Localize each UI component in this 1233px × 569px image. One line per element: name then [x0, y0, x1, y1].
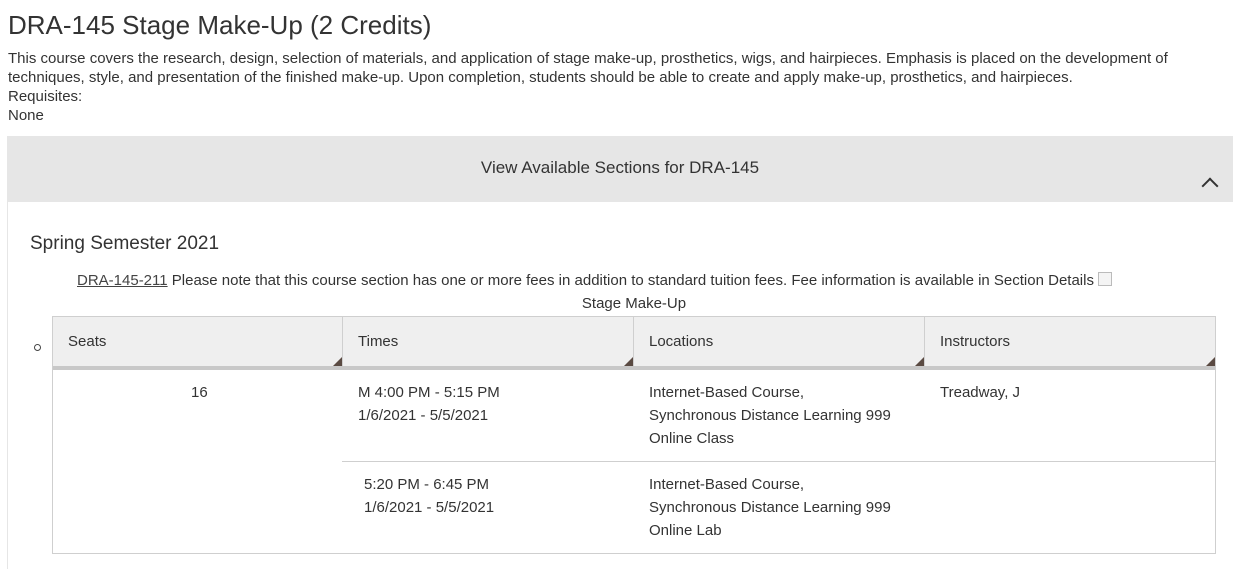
- meeting-dates: 1/6/2021 - 5/5/2021: [364, 499, 495, 516]
- column-header-times[interactable]: Times: [343, 317, 634, 366]
- meeting-divider: [342, 461, 1215, 462]
- column-header-label: Locations: [649, 333, 714, 350]
- sort-indicator-icon: [624, 357, 633, 366]
- location-line: Online Class: [649, 430, 735, 447]
- sort-indicator-icon: [915, 357, 924, 366]
- term-heading: Spring Semester 2021: [30, 233, 220, 254]
- meeting-2-times: 5:20 PM - 6:45 PM 1/6/2021 - 5/5/2021: [364, 473, 494, 519]
- course-description: This course covers the research, design,…: [8, 50, 1168, 86]
- chevron-up-icon[interactable]: [1201, 177, 1219, 195]
- view-sections-toggle[interactable]: View Available Sections for DRA-145: [7, 136, 1233, 202]
- course-description-block: This course covers the research, design,…: [8, 49, 1232, 125]
- meeting-2-location: Internet-Based Course, Synchronous Dista…: [649, 473, 891, 542]
- broken-image-icon: [1097, 272, 1112, 286]
- column-header-seats[interactable]: Seats: [53, 317, 343, 366]
- section-fee-note: DRA-145-211 Please note that this course…: [77, 272, 1112, 289]
- fee-note-text: Please note that this course section has…: [167, 272, 1094, 289]
- instructor-value: Treadway, J: [940, 384, 1021, 401]
- sort-indicator-icon: [1206, 357, 1215, 366]
- list-bullet-icon: [34, 344, 41, 351]
- meeting-1-times: M 4:00 PM - 5:15 PM 1/6/2021 - 5/5/2021: [358, 381, 500, 427]
- section-meetings-table: Seats Times Locations Instructors 16 M 4…: [52, 316, 1216, 554]
- meeting-time: M 4:00 PM - 5:15 PM: [358, 384, 500, 401]
- location-line: Synchronous Distance Learning 999: [649, 499, 891, 516]
- section-link[interactable]: DRA-145-211: [77, 272, 168, 289]
- column-header-locations[interactable]: Locations: [634, 317, 925, 366]
- meeting-1-location: Internet-Based Course, Synchronous Dista…: [649, 381, 891, 450]
- view-sections-label: View Available Sections for DRA-145: [480, 158, 760, 177]
- sort-indicator-icon: [333, 357, 342, 366]
- meeting-dates: 1/6/2021 - 5/5/2021: [358, 407, 489, 424]
- location-line: Online Lab: [649, 522, 722, 539]
- header-rule: [53, 366, 1215, 370]
- location-line: Internet-Based Course,: [649, 476, 805, 493]
- requisites-label: Requisites:: [8, 88, 83, 105]
- seats-value: 16: [191, 384, 208, 401]
- section-title: Stage Make-Up: [581, 295, 687, 312]
- course-title: DRA-145 Stage Make-Up (2 Credits): [8, 10, 432, 40]
- meeting-time: 5:20 PM - 6:45 PM: [364, 476, 490, 493]
- column-header-instructors[interactable]: Instructors: [925, 317, 1215, 366]
- column-header-label: Instructors: [940, 333, 1011, 350]
- column-header-label: Times: [358, 333, 399, 350]
- location-line: Synchronous Distance Learning 999: [649, 407, 891, 424]
- location-line: Internet-Based Course,: [649, 384, 805, 401]
- requisites-value: None: [8, 107, 44, 124]
- column-header-label: Seats: [68, 333, 107, 350]
